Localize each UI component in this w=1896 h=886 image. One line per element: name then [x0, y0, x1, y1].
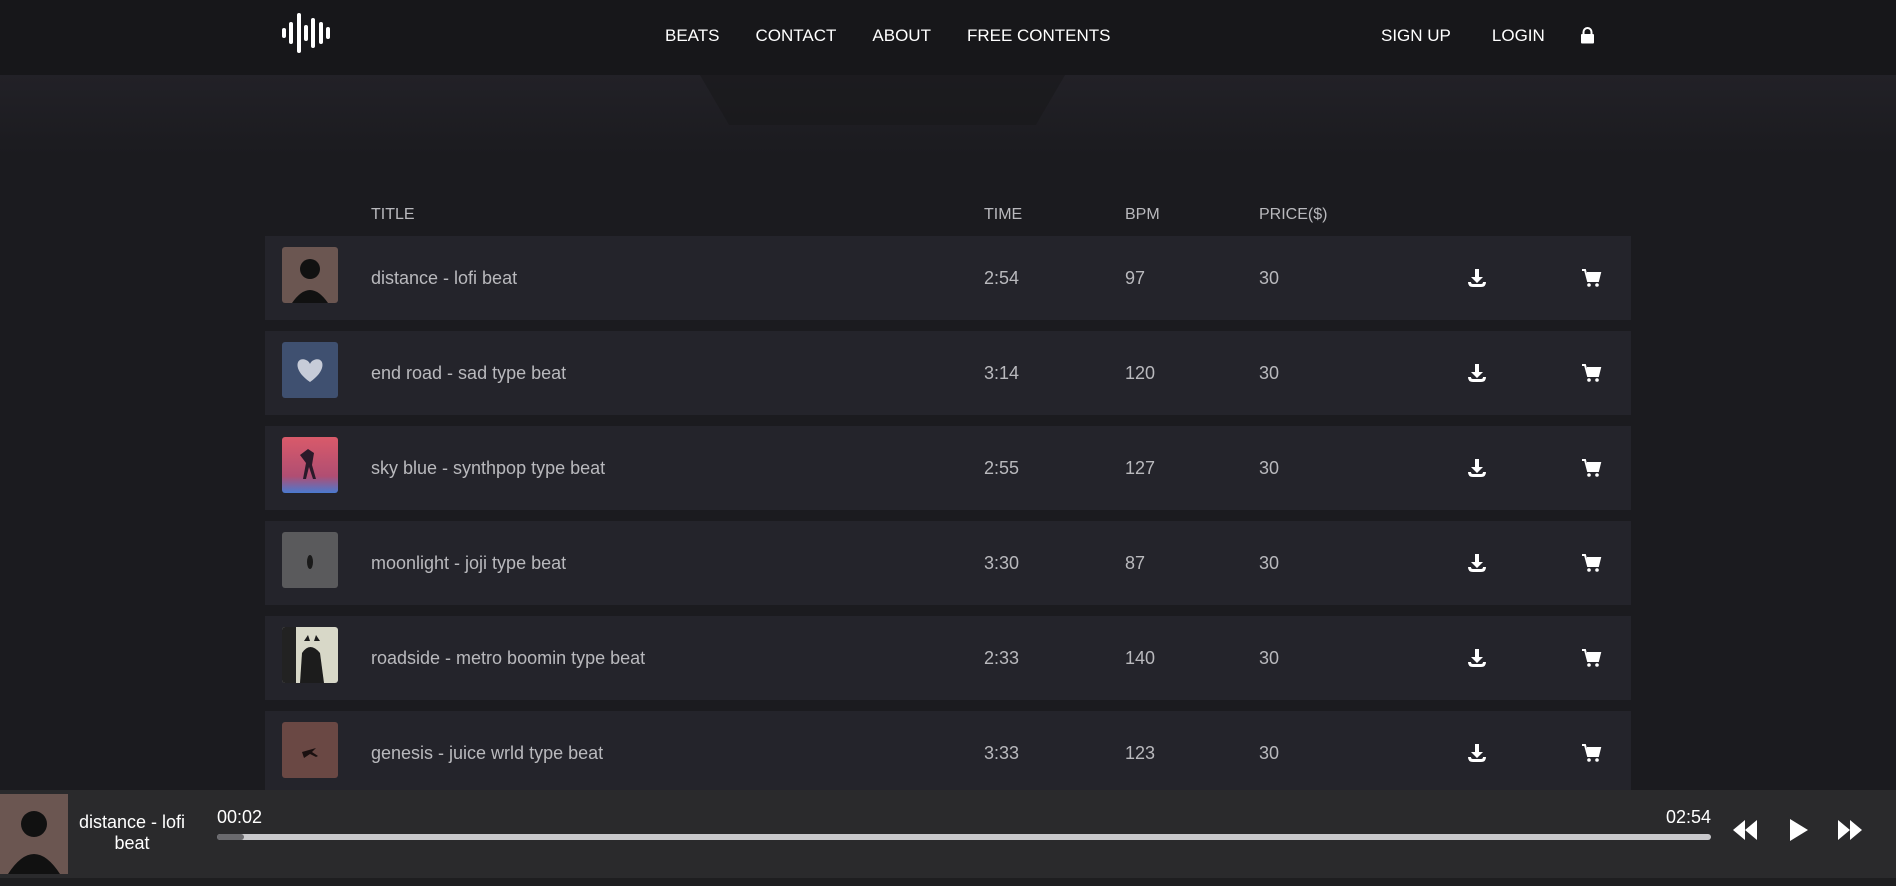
cart-icon[interactable]	[1580, 362, 1602, 384]
download-icon[interactable]	[1466, 457, 1488, 479]
main-nav: BEATS CONTACT ABOUT FREE CONTENTS	[665, 26, 1147, 46]
nav-beats[interactable]: BEATS	[665, 26, 719, 46]
duration: 02:54	[1666, 807, 1712, 827]
current-time: 00:02	[217, 807, 263, 827]
play-icon[interactable]	[1782, 816, 1814, 844]
beat-price: 30	[1259, 648, 1280, 668]
beat-price: 30	[1259, 743, 1280, 763]
col-bpm: BPM	[1125, 206, 1160, 223]
cart-icon[interactable]	[1580, 742, 1602, 764]
hero-decoration	[700, 75, 1065, 125]
beat-bpm: 123	[1125, 743, 1156, 763]
col-time: TIME	[984, 206, 1023, 223]
now-playing-cover-art	[0, 794, 68, 874]
beat-time: 3:33	[984, 743, 1020, 763]
account-nav: SIGN UP LOGIN	[1381, 26, 1586, 46]
waveform-logo-icon[interactable]	[282, 10, 330, 56]
beat-bpm: 127	[1125, 458, 1156, 478]
lock-icon[interactable]	[1580, 27, 1595, 44]
table-row[interactable]: end road - sad type beat 3:14 120 30	[265, 331, 1631, 415]
download-icon[interactable]	[1466, 742, 1488, 764]
nav-free-contents[interactable]: FREE CONTENTS	[967, 26, 1111, 46]
table-row[interactable]: distance - lofi beat 2:54 97 30	[265, 236, 1631, 320]
table-row[interactable]: roadside - metro boomin type beat 2:33 1…	[265, 616, 1631, 700]
col-price: PRICE($)	[1259, 206, 1328, 223]
beat-price: 30	[1259, 458, 1280, 478]
beat-title: roadside - metro boomin type beat	[371, 648, 646, 668]
cart-icon[interactable]	[1580, 647, 1602, 669]
beat-title: genesis - juice wrld type beat	[371, 743, 604, 763]
beat-bpm: 140	[1125, 648, 1156, 668]
beat-bpm: 87	[1125, 553, 1146, 573]
beats-table-header: TITLE TIME BPM PRICE($)	[265, 206, 1631, 226]
cover-art	[282, 627, 338, 683]
download-icon[interactable]	[1466, 647, 1488, 669]
nav-about[interactable]: ABOUT	[872, 26, 931, 46]
progress-fill	[217, 834, 244, 840]
cart-icon[interactable]	[1580, 552, 1602, 574]
download-icon[interactable]	[1466, 362, 1488, 384]
table-row[interactable]: sky blue - synthpop type beat 2:55 127 3…	[265, 426, 1631, 510]
beat-time: 2:55	[984, 458, 1020, 478]
beat-time: 3:14	[984, 363, 1020, 383]
beat-title: sky blue - synthpop type beat	[371, 458, 606, 478]
now-playing-title: distance - lofi beat	[78, 812, 186, 853]
nav-contact[interactable]: CONTACT	[755, 26, 836, 46]
beat-time: 3:30	[984, 553, 1020, 573]
cover-art	[282, 532, 338, 588]
beat-time: 2:54	[984, 268, 1020, 288]
beat-time: 2:33	[984, 648, 1020, 668]
login-link[interactable]: LOGIN	[1492, 26, 1545, 46]
cart-icon[interactable]	[1580, 267, 1602, 289]
audio-player: distance - lofi beat 00:02 02:54	[0, 790, 1896, 878]
beat-price: 30	[1259, 553, 1280, 573]
progress-bar[interactable]	[217, 834, 1711, 840]
rewind-icon[interactable]	[1729, 816, 1761, 844]
beat-price: 30	[1259, 268, 1280, 288]
beat-price: 30	[1259, 363, 1280, 383]
cover-art	[282, 342, 338, 398]
beat-title: moonlight - joji type beat	[371, 553, 567, 573]
cover-art	[282, 437, 338, 493]
fast-forward-icon[interactable]	[1834, 816, 1866, 844]
beat-title: end road - sad type beat	[371, 363, 567, 383]
table-row[interactable]: genesis - juice wrld type beat 3:33 123 …	[265, 711, 1631, 795]
cart-icon[interactable]	[1580, 457, 1602, 479]
col-title: TITLE	[371, 206, 415, 223]
site-header: BEATS CONTACT ABOUT FREE CONTENTS SIGN U…	[0, 0, 1896, 75]
table-row[interactable]: moonlight - joji type beat 3:30 87 30	[265, 521, 1631, 605]
page-bottom-strip	[0, 878, 1896, 886]
download-icon[interactable]	[1466, 267, 1488, 289]
cover-art	[282, 247, 338, 303]
download-icon[interactable]	[1466, 552, 1488, 574]
beat-bpm: 97	[1125, 268, 1146, 288]
cover-art	[282, 722, 338, 778]
beat-bpm: 120	[1125, 363, 1156, 383]
beat-title: distance - lofi beat	[371, 268, 518, 288]
sign-up-link[interactable]: SIGN UP	[1381, 26, 1451, 46]
